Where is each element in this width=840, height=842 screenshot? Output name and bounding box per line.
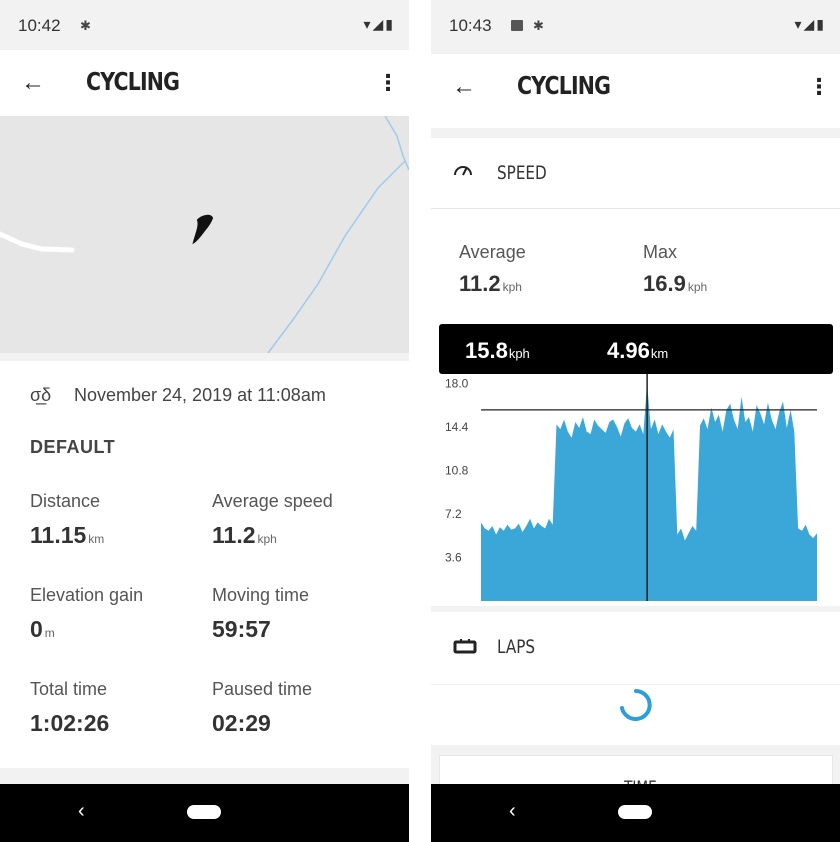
image-icon xyxy=(511,20,523,31)
system-nav-bar: ‹ xyxy=(0,784,409,842)
stat-label: Distance xyxy=(30,491,101,511)
status-icons: ▾◢▮ xyxy=(363,16,395,33)
speed-average: Average 11.2 kph xyxy=(459,242,526,297)
speed-average-label: Average xyxy=(459,242,526,262)
nav-back-icon[interactable]: ‹ xyxy=(509,800,516,823)
profile-label: DEFAULT xyxy=(30,437,116,457)
stat-value: 11.15 km xyxy=(30,522,105,548)
wifi-icon: ▾ xyxy=(794,16,804,32)
map-canvas xyxy=(0,115,409,354)
system-nav-bar: ‹ xyxy=(431,784,840,842)
previous-card-edge xyxy=(431,120,840,128)
battery-icon: ▮ xyxy=(816,16,826,32)
status-bar: 10:43 ✱ ▾◢▮ xyxy=(431,0,840,50)
stat-value: 1:02:26 xyxy=(30,710,110,736)
map-river xyxy=(267,160,406,354)
nav-home-pill[interactable] xyxy=(618,805,652,819)
y-tick-label: 3.6 xyxy=(445,550,462,564)
stat-total-time: Total time 1:02:26 xyxy=(30,679,109,737)
y-tick-label: 18.0 xyxy=(445,376,469,390)
overflow-menu-icon[interactable]: ⋮ xyxy=(377,70,399,96)
loading-spinner-icon xyxy=(620,689,652,721)
stat-label: Paused time xyxy=(212,679,313,699)
status-icons: ▾◢▮ xyxy=(794,16,826,33)
overflow-menu-icon[interactable]: ⋮ xyxy=(808,74,830,100)
speed-max: Max 16.9 kph xyxy=(643,242,707,297)
route-track xyxy=(192,214,214,245)
signal-icon: ◢ xyxy=(372,16,386,32)
bluetooth-icon: ✱ xyxy=(80,18,91,33)
speedometer-icon xyxy=(453,162,473,181)
activity-overview-screen: 10:42 ✱ ▾◢▮ ← CYCLING ⋮ σ̲δ November 24, … xyxy=(0,0,409,842)
wifi-icon: ▾ xyxy=(363,16,373,32)
status-bar: 10:42 ✱ ▾◢▮ xyxy=(0,0,409,50)
activity-date: November 24, 2019 at 11:08am xyxy=(74,385,326,405)
back-arrow-icon[interactable]: ← xyxy=(18,68,48,98)
page-title: CYCLING xyxy=(517,71,611,100)
nav-back-icon[interactable]: ‹ xyxy=(78,800,85,823)
app-bar: ← CYCLING ⋮ xyxy=(0,50,409,117)
app-bar: ← CYCLING ⋮ xyxy=(431,54,840,120)
speed-chart[interactable]: 18.0 14.4 10.8 7.2 3.6 xyxy=(431,374,840,606)
stat-label: Total time xyxy=(30,679,108,699)
stat-distance: Distance 11.15 km xyxy=(30,491,104,549)
stat-elevation-gain: Elevation gain 0m xyxy=(30,585,143,643)
tooltip-distance: 4.96km xyxy=(607,338,669,363)
stat-value: 02:29 xyxy=(212,710,271,736)
stat-label: Elevation gain xyxy=(30,585,144,605)
stat-average-speed: Average speed 11.2 kph xyxy=(212,491,333,549)
back-arrow-icon[interactable]: ← xyxy=(449,72,479,102)
stat-value: 11.2 kph xyxy=(212,522,277,548)
activity-date-row: σ̲δ November 24, 2019 at 11:08am xyxy=(30,385,326,406)
status-time: 10:43 xyxy=(449,16,492,35)
stat-label: Moving time xyxy=(212,585,310,605)
speed-heading: SPEED xyxy=(497,162,547,184)
bicycle-icon: σ̲δ xyxy=(30,385,52,405)
stat-value: 59:57 xyxy=(212,616,271,642)
route-map[interactable] xyxy=(0,115,409,354)
y-tick-label: 7.2 xyxy=(445,507,462,521)
tooltip-speed: 15.8kph xyxy=(465,338,530,363)
speed-chart-svg[interactable]: 18.0 14.4 10.8 7.2 3.6 xyxy=(431,374,840,606)
y-tick-label: 14.4 xyxy=(445,420,469,434)
activity-details-card: σ̲δ November 24, 2019 at 11:08am DEFAULT … xyxy=(0,361,409,768)
stat-value: 0m xyxy=(30,616,55,642)
y-tick-label: 10.8 xyxy=(445,463,469,477)
speed-average-value: 11.2 kph xyxy=(459,271,522,296)
speed-max-value: 16.9 kph xyxy=(643,271,708,296)
stat-moving-time: Moving time 59:57 xyxy=(212,585,309,643)
map-road xyxy=(0,231,75,253)
divider xyxy=(431,208,840,209)
speed-max-label: Max xyxy=(643,242,678,262)
signal-icon: ◢ xyxy=(803,16,817,32)
laps-card: LAPS xyxy=(431,612,840,684)
chart-cursor-tooltip: 15.8kph 4.96km xyxy=(439,324,833,378)
bluetooth-icon: ✱ xyxy=(533,18,544,33)
status-time: 10:42 xyxy=(18,16,61,35)
battery-icon: ▮ xyxy=(385,16,395,32)
stat-label: Average speed xyxy=(212,491,333,511)
map-river-branch xyxy=(384,115,409,171)
laps-icon xyxy=(453,638,477,659)
stat-paused-time: Paused time 02:29 xyxy=(212,679,312,737)
speed-series-area xyxy=(481,383,817,601)
laps-heading: LAPS xyxy=(497,636,536,658)
nav-home-pill[interactable] xyxy=(187,805,221,819)
activity-speed-screen: 10:43 ✱ ▾◢▮ ← CYCLING ⋮ SPEED Average 11… xyxy=(431,0,840,842)
page-title: CYCLING xyxy=(86,67,180,96)
